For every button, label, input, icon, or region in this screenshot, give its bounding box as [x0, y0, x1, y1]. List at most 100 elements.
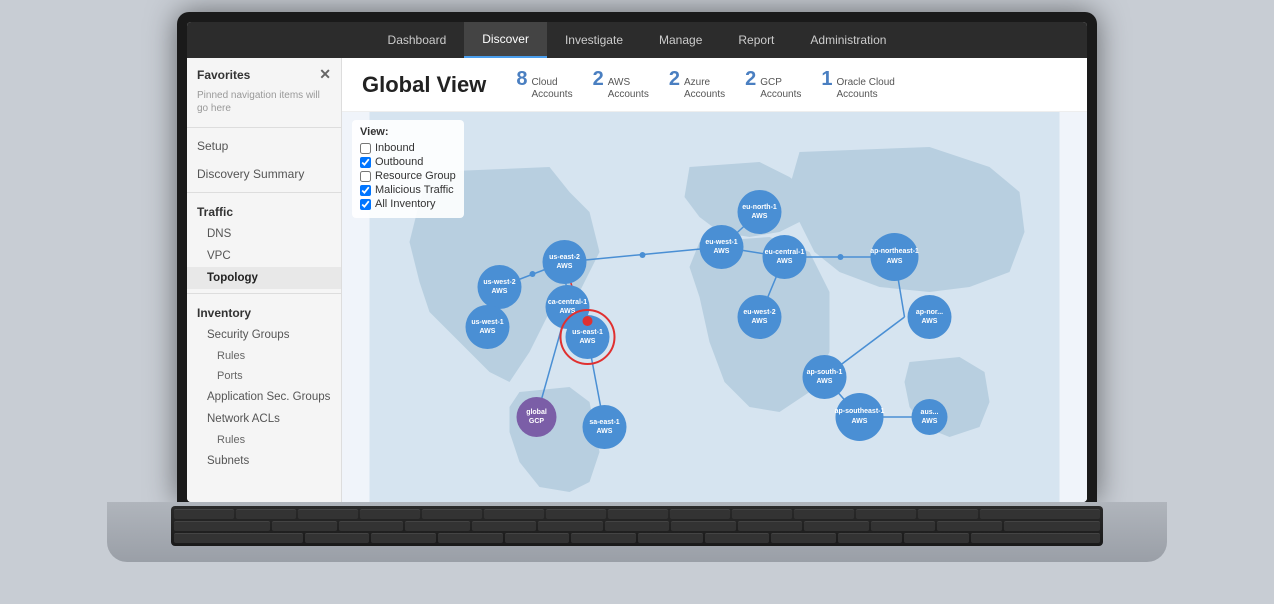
- page-title: Global View: [362, 72, 486, 98]
- sidebar-item-app-sec-groups[interactable]: Application Sec. Groups: [187, 386, 341, 408]
- node-label-eu-central-1: eu-central-1: [765, 249, 805, 256]
- favorites-label: Favorites: [197, 68, 250, 82]
- sidebar-item-topology[interactable]: Topology: [187, 267, 341, 289]
- stat-oracle-accounts: 1 Oracle CloudAccounts: [821, 68, 894, 101]
- key: [608, 509, 668, 519]
- key: [405, 521, 469, 531]
- sidebar-item-rules-1[interactable]: Rules: [187, 346, 341, 366]
- node-us-west-2[interactable]: us-west-2 AWS: [478, 265, 522, 309]
- checkbox-outbound-input[interactable]: [360, 157, 371, 168]
- checkbox-inbound[interactable]: Inbound: [360, 142, 456, 154]
- main-header: Global View 8 CloudAccounts 2 AWSAccount…: [342, 58, 1087, 112]
- sidebar-inventory-label: Inventory: [187, 298, 341, 324]
- sidebar-divider-2: [187, 192, 341, 193]
- sidebar-item-ports[interactable]: Ports: [187, 366, 341, 386]
- node-sublabel-us-west-1: AWS: [480, 328, 496, 335]
- view-controls: View: Inbound Outbound Res: [352, 120, 464, 218]
- nav-investigate[interactable]: Investigate: [547, 22, 641, 58]
- node-sublabel-ap-northeast-1: AWS: [887, 258, 903, 265]
- node-alert-us-east-1: [583, 316, 593, 326]
- top-navigation: Dashboard Discover Investigate Manage Re…: [187, 22, 1087, 58]
- key: [838, 533, 903, 543]
- checkbox-all-inventory-input[interactable]: [360, 199, 371, 210]
- nav-manage[interactable]: Manage: [641, 22, 720, 58]
- key: [236, 509, 296, 519]
- app-body: Favorites ✕ Pinned navigation items will…: [187, 58, 1087, 502]
- stat-cloud-accounts: 8 CloudAccounts: [516, 68, 572, 101]
- node-sublabel-eu-west-2: AWS: [752, 318, 768, 325]
- dot-4: [838, 254, 844, 260]
- key: [937, 521, 1001, 531]
- stat-label-cloud: CloudAccounts: [531, 77, 572, 101]
- sidebar-item-vpc[interactable]: VPC: [187, 245, 341, 267]
- key: [298, 509, 358, 519]
- node-label-us-west-2: us-west-2: [483, 279, 515, 286]
- checkbox-outbound[interactable]: Outbound: [360, 156, 456, 168]
- key: [871, 521, 935, 531]
- keyboard-base: [107, 502, 1167, 562]
- key: [904, 533, 969, 543]
- key: [571, 533, 636, 543]
- key: [794, 509, 854, 519]
- checkbox-inbound-label: Inbound: [375, 142, 415, 154]
- sidebar-item-subnets[interactable]: Subnets: [187, 450, 341, 472]
- sidebar-item-discovery-summary[interactable]: Discovery Summary: [187, 160, 341, 188]
- checkbox-resource-group-input[interactable]: [360, 171, 371, 182]
- node-label-ap-south-1: ap-south-1: [807, 369, 843, 376]
- node-eu-central-1[interactable]: eu-central-1 AWS: [763, 235, 807, 279]
- sidebar-item-setup[interactable]: Setup: [187, 132, 341, 160]
- sidebar-item-network-acls[interactable]: Network ACLs: [187, 408, 341, 430]
- laptop-container: Dashboard Discover Investigate Manage Re…: [107, 12, 1167, 592]
- favorites-pin-icon[interactable]: ✕: [319, 66, 331, 83]
- node-sa-east-1[interactable]: sa-east-1 AWS: [583, 405, 627, 449]
- nav-discover[interactable]: Discover: [464, 22, 547, 58]
- checkbox-inbound-input[interactable]: [360, 143, 371, 154]
- stat-label-oracle: Oracle CloudAccounts: [837, 77, 895, 101]
- sidebar-traffic-label: Traffic: [187, 197, 341, 223]
- nav-report[interactable]: Report: [720, 22, 792, 58]
- sidebar-favorites-header: Favorites ✕: [187, 58, 341, 87]
- key: [804, 521, 868, 531]
- node-label-eu-west-2: eu-west-2: [743, 309, 775, 316]
- key: [1004, 521, 1101, 531]
- node-global-gcp[interactable]: global GCP: [517, 397, 557, 437]
- sidebar-item-security-groups[interactable]: Security Groups: [187, 324, 341, 346]
- keyboard-keys: [171, 506, 1104, 546]
- node-ap-northeast[interactable]: ap-nor... AWS: [908, 295, 952, 339]
- node-eu-north-1[interactable]: eu-north-1 AWS: [738, 190, 782, 234]
- node-ap-south-1[interactable]: ap-south-1 AWS: [803, 355, 847, 399]
- node-us-east-2[interactable]: us-east-2 AWS: [543, 240, 587, 284]
- checkbox-malicious-traffic[interactable]: Malicious Traffic: [360, 184, 456, 196]
- node-us-west-1[interactable]: us-west-1 AWS: [466, 305, 510, 349]
- checkbox-all-inventory-label: All Inventory: [375, 198, 436, 210]
- node-eu-west-1[interactable]: eu-west-1 AWS: [700, 225, 744, 269]
- node-us-east-1[interactable]: us-east-1 AWS: [561, 310, 615, 364]
- node-sublabel-ap-southeast-1: AWS: [852, 418, 868, 425]
- node-label-sa-east-1: sa-east-1: [589, 419, 619, 426]
- checkbox-resource-group[interactable]: Resource Group: [360, 170, 456, 182]
- nav-administration[interactable]: Administration: [792, 22, 904, 58]
- key: [472, 521, 536, 531]
- key: [305, 533, 370, 543]
- key-row-1: [174, 509, 1101, 519]
- sidebar-item-rules-2[interactable]: Rules: [187, 430, 341, 450]
- checkbox-malicious-traffic-input[interactable]: [360, 185, 371, 196]
- nav-dashboard[interactable]: Dashboard: [370, 22, 465, 58]
- node-aus[interactable]: aus... AWS: [912, 399, 948, 435]
- dot-1: [530, 271, 536, 277]
- node-label-eu-west-1: eu-west-1: [705, 239, 737, 246]
- key: [438, 533, 503, 543]
- node-sublabel-ap-south-1: AWS: [817, 378, 833, 385]
- screen: Dashboard Discover Investigate Manage Re…: [187, 22, 1087, 502]
- node-sublabel-us-east-1: AWS: [580, 338, 596, 345]
- key: [546, 509, 606, 519]
- node-ap-northeast-1[interactable]: ap-northeast-1 AWS: [870, 233, 919, 281]
- node-label-ap-northeast-1: ap-northeast-1: [870, 248, 919, 255]
- key: [918, 509, 978, 519]
- node-label-ca-central-1: ca-central-1: [548, 299, 587, 306]
- checkbox-all-inventory[interactable]: All Inventory: [360, 198, 456, 210]
- sidebar-item-dns[interactable]: DNS: [187, 223, 341, 245]
- key: [980, 509, 1100, 519]
- checkbox-outbound-label: Outbound: [375, 156, 423, 168]
- node-eu-west-2[interactable]: eu-west-2 AWS: [738, 295, 782, 339]
